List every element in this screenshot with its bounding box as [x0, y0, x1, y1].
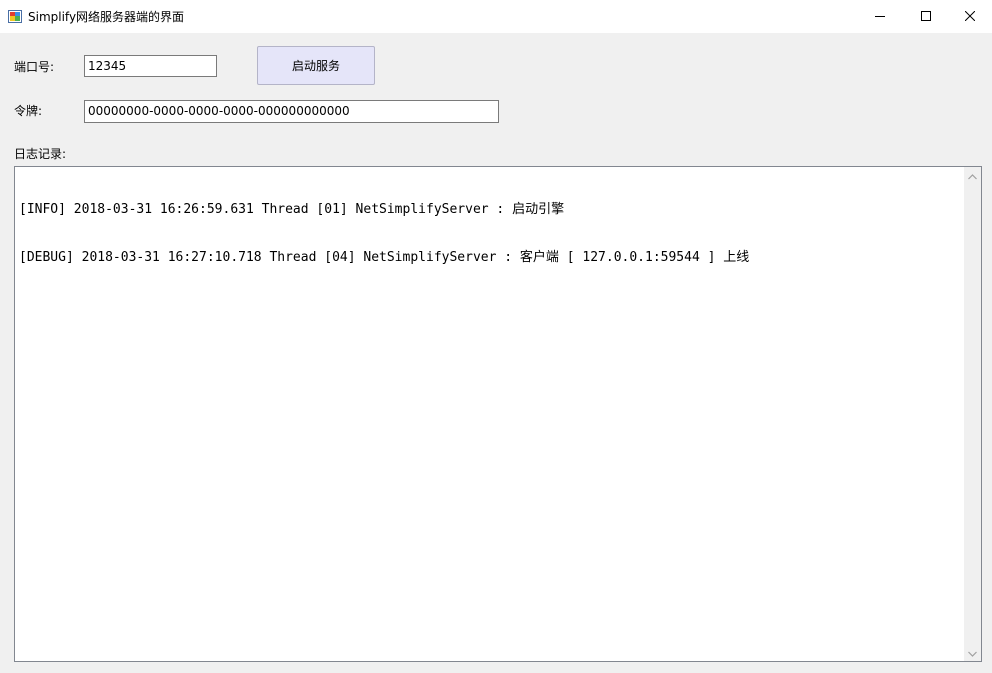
close-button[interactable]	[947, 0, 992, 33]
token-input[interactable]: 00000000-0000-0000-0000-000000000000	[84, 100, 499, 123]
close-icon	[964, 10, 976, 24]
scroll-down-button[interactable]	[964, 644, 981, 661]
chevron-up-icon	[968, 169, 977, 183]
vertical-scrollbar[interactable]	[964, 167, 981, 661]
window-title: Simplify网络服务器端的界面	[28, 10, 185, 24]
port-label: 端口号:	[14, 60, 55, 74]
start-service-button[interactable]: 启动服务	[257, 46, 375, 85]
maximize-button[interactable]	[903, 0, 949, 33]
scroll-up-button[interactable]	[964, 167, 981, 184]
log-lines: [INFO] 2018-03-31 16:26:59.631 Thread [0…	[19, 170, 961, 298]
minimize-icon	[875, 10, 885, 24]
chevron-down-icon	[968, 646, 977, 660]
token-label: 令牌:	[14, 104, 43, 118]
log-textarea[interactable]: [INFO] 2018-03-31 16:26:59.631 Thread [0…	[14, 166, 982, 662]
log-line: [DEBUG] 2018-03-31 16:27:10.718 Thread […	[19, 250, 750, 265]
port-input[interactable]: 12345	[84, 55, 217, 77]
title-bar: Simplify网络服务器端的界面	[0, 0, 992, 33]
app-window-icon[interactable]	[8, 10, 22, 23]
log-label: 日志记录:	[14, 147, 67, 161]
log-line: [INFO] 2018-03-31 16:26:59.631 Thread [0…	[19, 202, 565, 217]
form-client-area: 端口号: 12345 启动服务 令牌: 00000000-0000-0000-0…	[0, 33, 992, 673]
minimize-button[interactable]	[857, 0, 903, 33]
maximize-icon	[921, 10, 931, 24]
